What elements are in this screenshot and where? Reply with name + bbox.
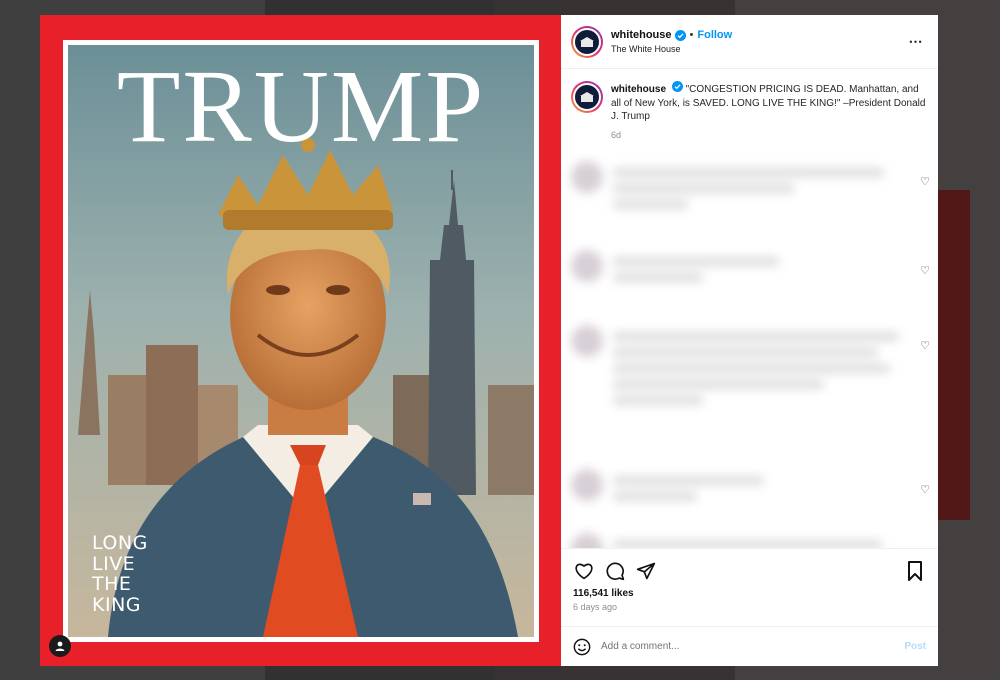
tagline-line: LONG xyxy=(92,532,148,554)
list-item: ♡ xyxy=(571,469,930,501)
share-icon[interactable] xyxy=(635,560,657,582)
post-side-panel: whitehouse • Follow The White House ⋯ wh… xyxy=(561,15,938,666)
post-header: whitehouse • Follow The White House ⋯ xyxy=(561,15,938,69)
post-timestamp[interactable]: 6 days ago xyxy=(573,602,926,612)
more-icon[interactable]: ⋯ xyxy=(906,33,926,50)
comment-like-icon[interactable]: ♡ xyxy=(914,264,930,277)
comments-list[interactable]: ♡ ♡ ♡ ♡ xyxy=(561,153,938,548)
separator-dot: • xyxy=(689,29,694,41)
comment-like-icon[interactable]: ♡ xyxy=(914,339,930,352)
cover-tagline: LONG LIVE THE KING xyxy=(92,533,148,615)
caption-username[interactable]: whitehouse xyxy=(611,84,666,95)
white-house-logo-icon xyxy=(580,36,594,47)
caption-timestamp[interactable]: 6d xyxy=(611,129,926,143)
verified-badge-icon xyxy=(674,29,686,41)
heart-icon[interactable] xyxy=(573,560,595,582)
comment-composer: Post xyxy=(561,626,938,666)
cover-artwork: TRUMP LONG LIVE THE KING xyxy=(68,45,534,637)
post-actions: 116,541 likes 6 days ago xyxy=(561,548,938,626)
comment-like-icon[interactable]: ♡ xyxy=(914,175,930,188)
tagline-line: LIVE xyxy=(92,552,136,575)
post-media[interactable]: TRUMP LONG LIVE THE KING xyxy=(40,15,561,666)
post-caption: whitehouse "CONGESTION PRICING IS DEAD. … xyxy=(561,69,938,153)
avatar[interactable] xyxy=(571,25,603,58)
author-display-name: The White House xyxy=(611,44,681,54)
likes-count[interactable]: 116,541 likes xyxy=(573,588,926,599)
list-item xyxy=(571,533,930,548)
comment-input[interactable] xyxy=(601,641,905,652)
post-modal: TRUMP LONG LIVE THE KING whitehouse • Fo… xyxy=(40,15,938,666)
tagline-line: KING xyxy=(92,593,141,616)
magazine-cover: TRUMP LONG LIVE THE KING xyxy=(63,40,539,642)
list-item: ♡ xyxy=(571,161,930,209)
comment-icon[interactable] xyxy=(604,560,626,582)
author-username[interactable]: whitehouse xyxy=(611,29,672,41)
white-house-logo-icon xyxy=(580,92,594,102)
comment-like-icon[interactable]: ♡ xyxy=(914,483,930,496)
emoji-icon[interactable] xyxy=(573,638,591,656)
post-comment-button[interactable]: Post xyxy=(904,641,926,652)
list-item: ♡ xyxy=(571,325,930,405)
bookmark-icon[interactable] xyxy=(904,560,926,582)
follow-button[interactable]: Follow xyxy=(697,29,732,41)
tagline-line: THE xyxy=(92,573,132,595)
avatar[interactable] xyxy=(571,81,603,113)
verified-badge-icon xyxy=(671,81,683,92)
user-tag-icon[interactable] xyxy=(49,635,71,657)
list-item: ♡ xyxy=(571,250,930,282)
cover-masthead: TRUMP xyxy=(116,49,486,164)
